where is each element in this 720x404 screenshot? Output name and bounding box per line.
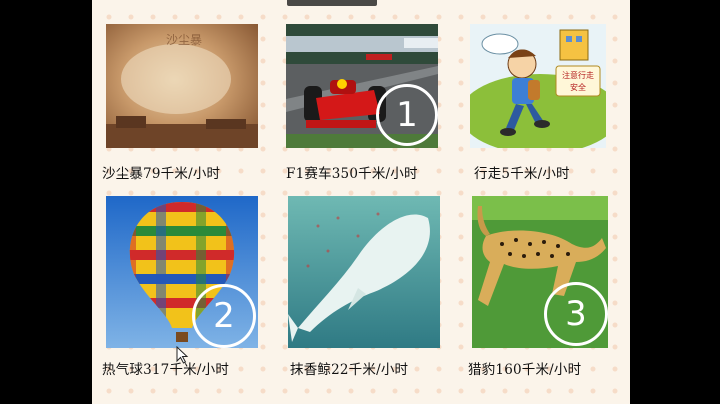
caption-cheetah: 猎豹160千米/小时 — [468, 362, 582, 378]
caption-walking: 行走5千米/小时 — [474, 166, 570, 182]
marker-2: 2 — [192, 284, 256, 348]
marker-3: 3 — [544, 282, 608, 346]
sandstorm-image: 沙尘暴 — [106, 24, 258, 148]
caption-hot-air-balloon: 热气球317千米/小时 — [102, 362, 230, 378]
svg-text:注意行走: 注意行走 — [562, 70, 594, 80]
caption-f1-car: F1赛车350千米/小时 — [286, 166, 418, 182]
svg-text:沙尘暴: 沙尘暴 — [166, 33, 202, 47]
slide-title-fragment — [287, 0, 377, 6]
walking-boy-image: 注意行走 安全 — [470, 24, 606, 148]
marker-1: 1 — [376, 84, 438, 146]
caption-sperm-whale: 抹香鲸22千米/小时 — [290, 362, 409, 378]
sperm-whale-image — [288, 196, 440, 348]
mouse-pointer-icon — [176, 346, 189, 364]
caption-sandstorm: 沙尘暴79千米/小时 — [102, 166, 221, 182]
svg-text:安全: 安全 — [570, 82, 586, 92]
slide: 沙尘暴 沙尘暴79千米/小时 1 F1赛车350千米/小时 注意行走 安全 行走… — [92, 0, 630, 404]
